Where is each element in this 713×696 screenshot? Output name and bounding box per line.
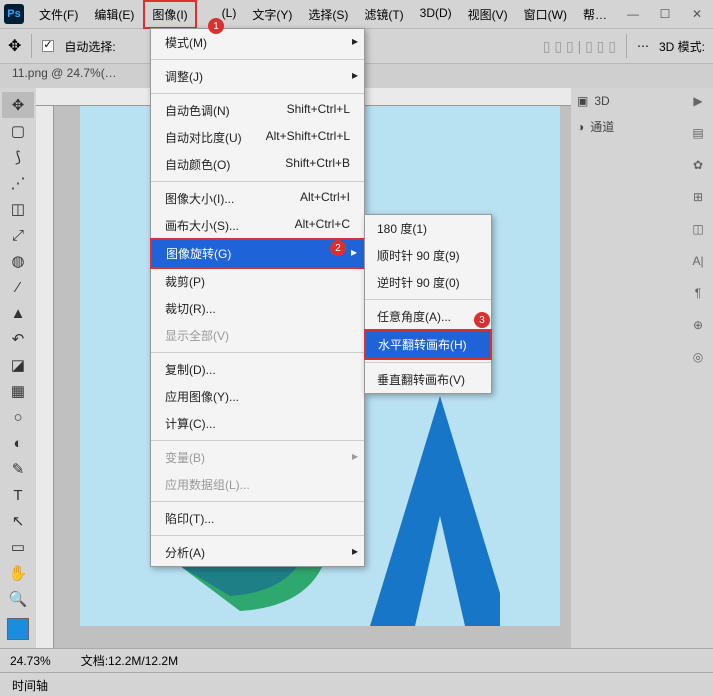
menu-item-11[interactable]: 裁剪(P) bbox=[151, 268, 364, 295]
close-button[interactable]: ✕ bbox=[681, 0, 713, 28]
submenu-item-5[interactable]: 垂直翻转画布(V) bbox=[365, 366, 491, 393]
brushset-icon[interactable]: ⊞ bbox=[693, 190, 703, 204]
menu-7[interactable]: 滤镜(T) bbox=[357, 2, 410, 27]
menu-9[interactable]: 视图(V) bbox=[461, 2, 515, 27]
ps-logo: Ps bbox=[4, 4, 24, 24]
annotation-badge-3: 3 bbox=[474, 312, 490, 328]
menu-item-5[interactable]: 自动对比度(U)Alt+Shift+Ctrl+L bbox=[151, 124, 364, 151]
pen-tool[interactable]: ✎ bbox=[2, 456, 34, 482]
menu-item-9[interactable]: 画布大小(S)...Alt+Ctrl+C bbox=[151, 212, 364, 239]
zoom-level[interactable]: 24.73% bbox=[10, 654, 51, 668]
image-rotation-submenu: 180 度(1)顺时针 90 度(9)逆时针 90 度(0) 任意角度(A)...… bbox=[364, 214, 492, 394]
menu-item-15[interactable]: 复制(D)... bbox=[151, 356, 364, 383]
menu-10[interactable]: 窗口(W) bbox=[517, 2, 574, 27]
menu-item-12[interactable]: 裁切(R)... bbox=[151, 295, 364, 322]
auto-select-checkbox[interactable] bbox=[42, 40, 54, 52]
menu-item-2[interactable]: 调整(J) bbox=[151, 63, 364, 90]
submenu-item-4[interactable]: 水平翻转画布(H) bbox=[366, 331, 490, 358]
wand-tool[interactable]: ⋰ bbox=[2, 170, 34, 196]
gradient-tool[interactable]: ▦ bbox=[2, 378, 34, 404]
auto-select-label: 自动选择: bbox=[64, 38, 115, 55]
submenu-item-3[interactable]: 任意角度(A)... bbox=[365, 303, 491, 330]
menu-item-24[interactable]: 分析(A) bbox=[151, 539, 364, 566]
status-bar: 24.73% 文档:12.2M/12.2M bbox=[0, 648, 713, 672]
dodge-tool[interactable]: ◐ bbox=[2, 430, 34, 456]
heal-tool[interactable]: ◍ bbox=[2, 248, 34, 274]
submenu-item-2[interactable]: 逆时针 90 度(0) bbox=[365, 269, 491, 296]
menu-item-0[interactable]: 模式(M) bbox=[151, 29, 364, 56]
timeline-panel[interactable]: 时间轴 bbox=[0, 672, 713, 696]
play-icon[interactable]: ▶ bbox=[693, 94, 702, 108]
panel-channels[interactable]: ◑ 通道 bbox=[577, 118, 677, 135]
extra-icon[interactable]: ⊕ bbox=[693, 318, 703, 332]
cc-icon[interactable]: ◎ bbox=[693, 350, 703, 364]
menu-item-16[interactable]: 应用图像(Y)... bbox=[151, 383, 364, 410]
eraser-tool[interactable]: ◪ bbox=[2, 352, 34, 378]
maximize-button[interactable]: ☐ bbox=[649, 0, 681, 28]
panel-3d[interactable]: ▣ 3D bbox=[577, 94, 677, 108]
submenu-item-1[interactable]: 顺时针 90 度(9) bbox=[365, 242, 491, 269]
brush-panel-icon[interactable]: ✿ bbox=[693, 158, 703, 172]
menubar: 文件(F)编辑(E)图像(I)(L)文字(Y)选择(S)滤镜(T)3D(D)视图… bbox=[32, 2, 614, 27]
eyedropper-tool[interactable]: ⤢ bbox=[2, 222, 34, 248]
menu-8[interactable]: 3D(D) bbox=[413, 2, 459, 27]
menu-11[interactable]: 帮… bbox=[576, 2, 614, 27]
annotation-badge-2: 2 bbox=[330, 240, 346, 256]
marquee-tool[interactable]: ▢ bbox=[2, 118, 34, 144]
menu-item-6[interactable]: 自动颜色(O)Shift+Ctrl+B bbox=[151, 151, 364, 178]
menu-6[interactable]: 选择(S) bbox=[301, 2, 355, 27]
char-icon[interactable]: A| bbox=[692, 254, 703, 268]
history-brush-tool[interactable]: ↶ bbox=[2, 326, 34, 352]
menu-item-4[interactable]: 自动色调(N)Shift+Ctrl+L bbox=[151, 97, 364, 124]
para-icon[interactable]: ¶ bbox=[695, 286, 701, 300]
image-menu-dropdown: 模式(M) 调整(J) 自动色调(N)Shift+Ctrl+L自动对比度(U)Alt… bbox=[150, 28, 365, 567]
channels-icon: ◑ bbox=[577, 120, 584, 134]
crop-tool[interactable]: ◫ bbox=[2, 196, 34, 222]
stamp-tool[interactable]: ▲ bbox=[2, 300, 34, 326]
lasso-tool[interactable]: ⟆ bbox=[2, 144, 34, 170]
menu-1[interactable]: 编辑(E) bbox=[87, 2, 141, 27]
right-panel: ▣ 3D ◑ 通道 bbox=[571, 88, 683, 648]
menu-5[interactable]: 文字(Y) bbox=[245, 2, 299, 27]
cube-icon: ▣ bbox=[577, 94, 588, 108]
right-collapsed-panels: ▶ ▤ ✿ ⊞ ◫ A| ¶ ⊕ ◎ bbox=[683, 88, 713, 648]
menu-2[interactable]: 图像(I) bbox=[143, 0, 196, 29]
menu-item-22[interactable]: 陷印(T)... bbox=[151, 505, 364, 532]
menu-item-8[interactable]: 图像大小(I)...Alt+Ctrl+I bbox=[151, 185, 364, 212]
type-tool[interactable]: T bbox=[2, 482, 34, 508]
ruler-vertical bbox=[36, 106, 54, 648]
hand-tool[interactable]: ✋ bbox=[2, 560, 34, 586]
menu-0[interactable]: 文件(F) bbox=[32, 2, 85, 27]
menu-item-20: 应用数据组(L)... bbox=[151, 471, 364, 498]
submenu-item-0[interactable]: 180 度(1) bbox=[365, 215, 491, 242]
menu-item-13: 显示全部(V) bbox=[151, 322, 364, 349]
mode-3d-label: 3D 模式: bbox=[659, 38, 705, 55]
move-tool[interactable]: ✥ bbox=[2, 92, 34, 118]
history-icon[interactable]: ▤ bbox=[692, 126, 703, 140]
move-tool-icon: ✥ bbox=[8, 36, 21, 56]
annotation-badge-1: 1 bbox=[208, 18, 224, 34]
foreground-color[interactable] bbox=[7, 618, 29, 640]
path-tool[interactable]: ↖ bbox=[2, 508, 34, 534]
blur-tool[interactable]: ○ bbox=[2, 404, 34, 430]
doc-size: 文档:12.2M/12.2M bbox=[81, 652, 178, 669]
menu-item-17[interactable]: 计算(C)... bbox=[151, 410, 364, 437]
clone-icon[interactable]: ◫ bbox=[692, 222, 703, 236]
align-buttons[interactable]: ▯ ▯ ▯ | ▯ ▯ ▯ bbox=[543, 38, 616, 55]
brush-tool[interactable]: ⁄ bbox=[2, 274, 34, 300]
shape-tool[interactable]: ▭ bbox=[2, 534, 34, 560]
minimize-button[interactable]: — bbox=[617, 0, 649, 28]
left-toolbar: ✥ ▢ ⟆ ⋰ ◫ ⤢ ◍ ⁄ ▲ ↶ ◪ ▦ ○ ◐ ✎ T ↖ ▭ ✋ 🔍 bbox=[0, 88, 36, 648]
zoom-tool[interactable]: 🔍 bbox=[2, 586, 34, 612]
menu-item-19: 变量(B) bbox=[151, 444, 364, 471]
